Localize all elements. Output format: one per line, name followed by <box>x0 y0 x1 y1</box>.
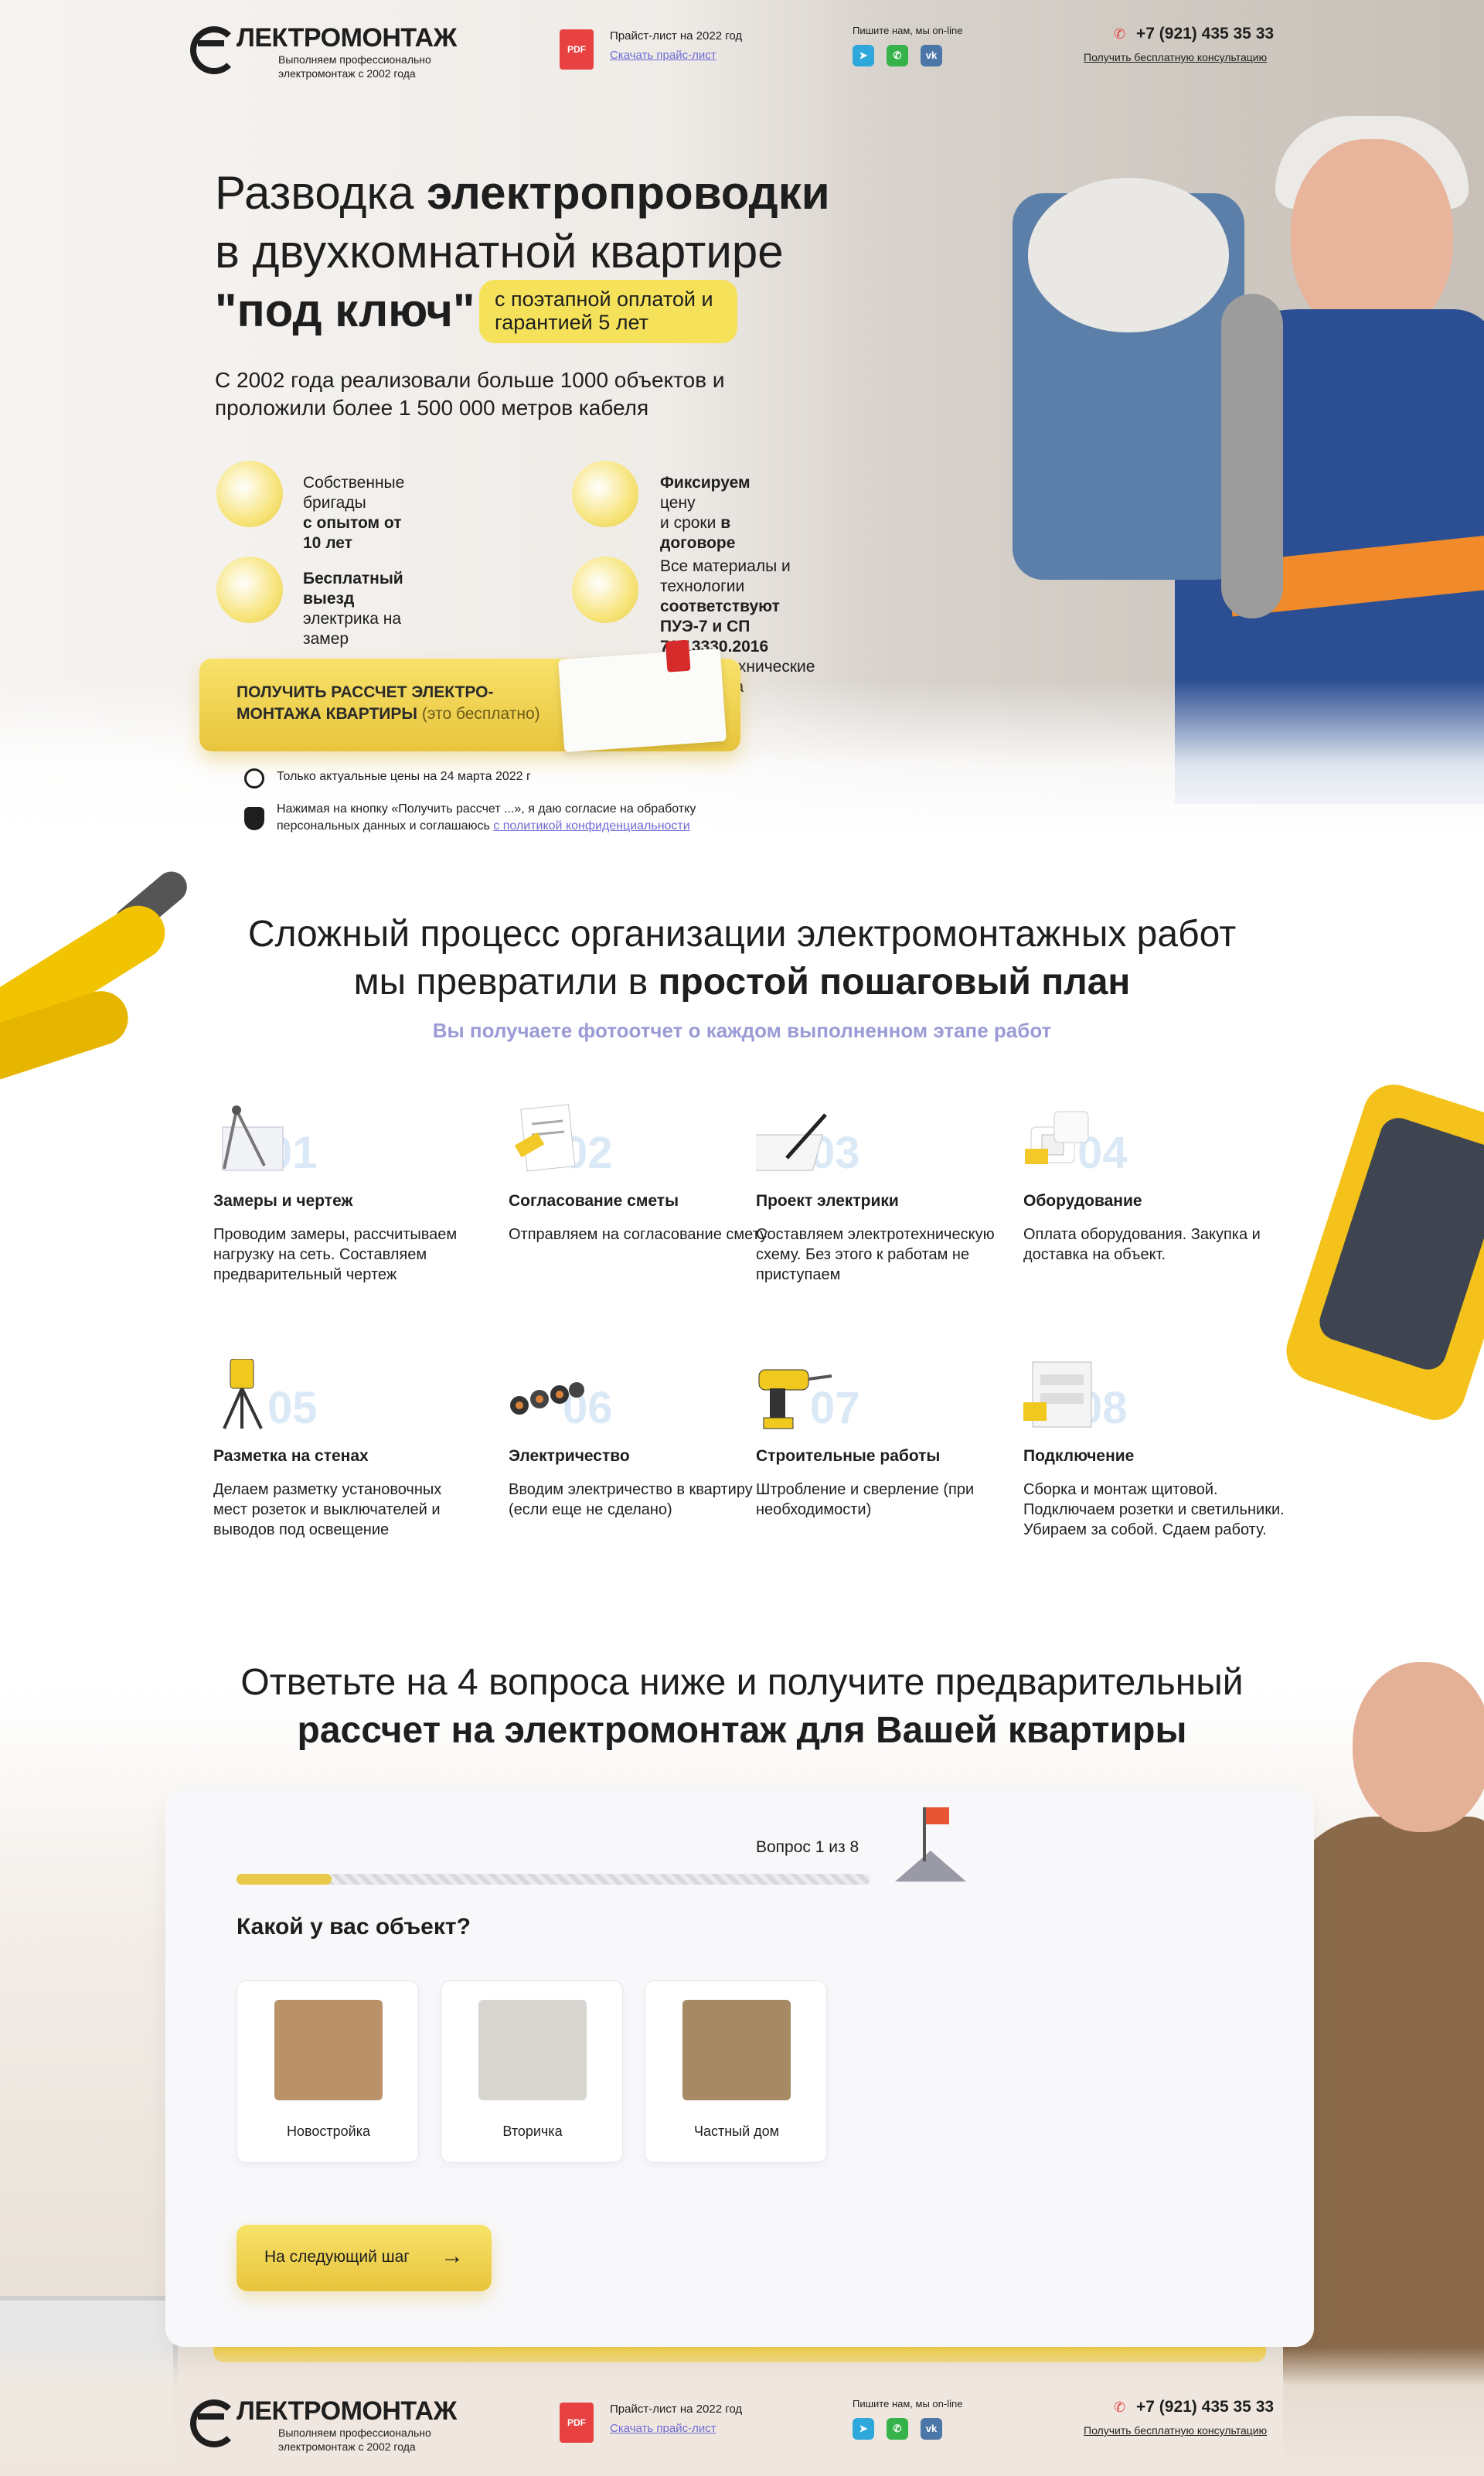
contract-document-icon <box>558 648 727 753</box>
logo-tagline: Выполняем профессионально электромонтаж … <box>278 53 431 80</box>
shield-icon <box>244 807 264 830</box>
whatsapp-icon[interactable]: ✆ <box>887 2418 908 2440</box>
logo-wordmark: ЛЕКТРОМОНТАЖ <box>237 2396 457 2426</box>
top-header: ЛЕКТРОМОНТАЖ Выполняем профессионально э… <box>0 0 1484 80</box>
vk-icon[interactable]: vk <box>921 2418 942 2440</box>
price-list-title: Прайст-лист на 2022 год <box>610 29 743 43</box>
pdf-icon: PDF <box>560 29 594 70</box>
question-counter: Вопрос 1 из 8 <box>756 1838 859 1856</box>
estimate-sheet-icon <box>514 1104 576 1172</box>
cables-icon <box>510 1382 584 1415</box>
steps-title: Сложный процесс организации электромонта… <box>247 914 1237 1003</box>
steps-subtitle: Вы получаете фотоотчет о каждом выполнен… <box>432 1019 1052 1042</box>
telegram-icon[interactable]: ➤ <box>853 45 874 66</box>
arrow-right-icon: → <box>441 2243 464 2269</box>
logo[interactable]: ЛЕКТРОМОНТАЖ Выполняем профессионально э… <box>187 2396 473 2466</box>
switchboard-icon <box>1023 1361 1092 1428</box>
drafting-compass-icon <box>222 1105 284 1171</box>
price-list-title: Прайст-лист на 2022 год <box>610 2403 743 2416</box>
free-consultation-link[interactable]: Получить бесплатную консультацию <box>1084 2424 1267 2437</box>
multimeter-photo <box>1278 1076 1484 1429</box>
whatsapp-icon[interactable]: ✆ <box>887 45 908 66</box>
consent-note: Нажимая на кнопку «Получить рассчет ...»… <box>277 802 696 833</box>
download-price-link[interactable]: Скачать прайс-лист <box>610 2422 716 2435</box>
logo[interactable]: ЛЕКТРОМОНТАЖ Выполняем профессионально э… <box>187 23 473 93</box>
hero-subtitle: С 2002 года реализовали больше 1000 объе… <box>215 368 725 420</box>
option-secondary[interactable]: Вторичка <box>441 1980 623 2163</box>
documents-icon <box>572 557 638 623</box>
write-us-label: Пишите нам, мы on-line <box>853 25 963 36</box>
write-us-label: Пишите нам, мы on-line <box>853 2398 963 2410</box>
blueprint-pen-icon <box>756 1113 827 1171</box>
option-private-house[interactable]: Частный дом <box>645 1980 827 2163</box>
logo-wordmark: ЛЕКТРОМОНТАЖ <box>237 23 457 53</box>
phone-icon: ✆ <box>1114 26 1126 42</box>
free-consultation-link[interactable]: Получить бесплатную консультацию <box>1084 51 1267 63</box>
telegram-icon[interactable]: ➤ <box>853 2418 874 2440</box>
drill-icon <box>758 1369 832 1429</box>
next-step-button[interactable]: На следующий шаг → <box>237 2225 492 2291</box>
logo-tagline: Выполняем профессионально электромонтаж … <box>278 2427 431 2453</box>
contract-icon <box>572 461 638 527</box>
footer-header: ЛЕКТРОМОНТАЖ Выполняем профессионально э… <box>0 2373 1484 2453</box>
refresh-icon <box>244 768 264 788</box>
get-estimate-button[interactable]: ПОЛУЧИТЬ РАССЧЕТ ЭЛЕКТРО- МОНТАЖА КВАРТИ… <box>199 648 740 753</box>
quiz-card: Вопрос 1 из 8 Какой у вас объект? Новост… <box>165 1790 1314 2347</box>
van-icon <box>216 557 283 623</box>
logo-plug-icon <box>187 2396 238 2447</box>
privacy-policy-link[interactable]: с политикой конфиденциальности <box>493 819 689 833</box>
quiz-progress-bar <box>237 1874 870 1885</box>
quiz-title: Ответьте на 4 вопроса ниже и получите пр… <box>240 1662 1244 1751</box>
quiz-progress-fill <box>237 1874 332 1885</box>
phone-icon: ✆ <box>1114 2399 1126 2415</box>
house-floorplan-icon <box>682 2000 791 2100</box>
mountain-flag-icon <box>895 1807 966 1882</box>
vk-icon[interactable]: vk <box>921 45 942 66</box>
new-building-floorplan-icon <box>274 2000 383 2100</box>
option-new-building[interactable]: Новостройка <box>237 1980 419 2163</box>
actual-prices-note: Только актуальные цены на 24 марта 2022 … <box>277 770 531 783</box>
helmet-icon <box>216 461 283 527</box>
phone-number[interactable]: +7 (921) 435 35 33 <box>1136 25 1274 43</box>
apartment-3d-plan-icon <box>478 2000 587 2100</box>
switch-socket-icon <box>1025 1111 1089 1164</box>
phone-number[interactable]: +7 (921) 435 35 33 <box>1136 2398 1274 2416</box>
laser-level-icon <box>223 1359 263 1429</box>
payment-guarantee-badge: с поэтапной оплатой и гарантией 5 лет <box>479 280 737 343</box>
question-title: Какой у вас объект? <box>237 1914 471 1940</box>
logo-plug-icon <box>187 23 238 74</box>
pdf-icon: PDF <box>560 2403 594 2443</box>
download-price-link[interactable]: Скачать прайс-лист <box>610 49 716 62</box>
